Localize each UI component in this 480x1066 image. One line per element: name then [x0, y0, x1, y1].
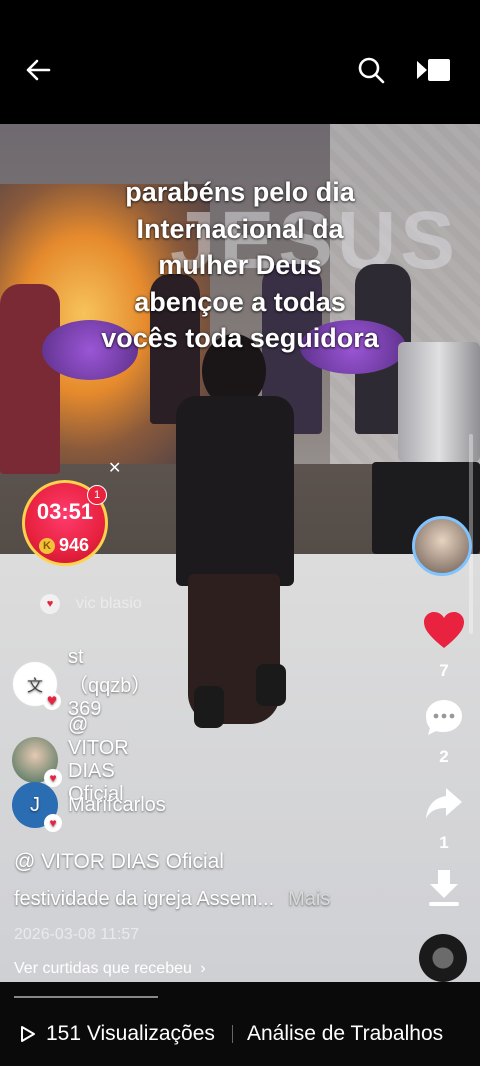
singer [168, 334, 300, 728]
progress-bar[interactable] [14, 996, 158, 998]
viewer-name: Marifcarlos [68, 793, 166, 816]
comment-count: 2 [439, 747, 449, 766]
music-disc-icon[interactable] [419, 934, 467, 982]
download-button[interactable] [420, 868, 468, 913]
video-caption-text: parabéns pelo dia Internacional da mulhe… [101, 177, 379, 353]
post-description[interactable]: festividade da igreja Assem... Mais [14, 888, 330, 911]
viewer-avatar: 文 ♥ [12, 660, 61, 710]
like-button[interactable]: 7 [420, 612, 468, 681]
coin-count: K 946 [39, 535, 89, 556]
search-icon[interactable] [353, 52, 389, 88]
top-bar [0, 0, 480, 124]
coin-icon: K [39, 537, 55, 554]
view-likes-link[interactable]: Ver curtidas que recebeu › [14, 960, 206, 978]
faded-viewer: ♥ vic blasio [40, 594, 142, 614]
viewer-row[interactable]: 文 ♥ st（qqzb）369 [12, 646, 151, 721]
drum [398, 342, 480, 462]
viewer-avatar: J ♥ [12, 782, 62, 832]
share-button[interactable]: 1 [420, 786, 468, 853]
live-timer-badge[interactable]: 03:51 K 946 1 [22, 480, 108, 566]
like-count: 7 [439, 661, 449, 680]
share-count: 1 [439, 833, 449, 852]
notification-badge: 1 [87, 485, 107, 505]
heart-icon: ♥ [49, 816, 57, 830]
heart-icon [424, 612, 464, 648]
viewer-name: st（qqzb）369 [68, 646, 152, 720]
viewer-row[interactable]: J ♥ Marifcarlos [12, 782, 166, 832]
comment-icon [426, 700, 462, 735]
faded-viewer-name: vic blasio [76, 595, 142, 612]
divider [232, 1025, 233, 1043]
download-icon [429, 870, 459, 906]
post-date: 2026-03-08 11:57 [14, 926, 140, 943]
comment-button[interactable]: 2 [420, 698, 468, 767]
back-arrow-icon[interactable] [20, 52, 56, 88]
views-button[interactable]: 151 Visualizações [20, 1022, 215, 1046]
more-link[interactable]: Mais [288, 888, 330, 910]
heart-icon: ♥ [46, 693, 58, 708]
cast-video-icon[interactable] [415, 52, 451, 88]
analysis-button[interactable]: Análise de Trabalhos [247, 1022, 443, 1046]
creator-avatar[interactable] [412, 516, 472, 576]
chevron-right-icon: › [200, 960, 206, 977]
viewer-avatar: ♥ [12, 737, 62, 787]
post-author[interactable]: @ VITOR DIAS Oficial [14, 850, 224, 874]
share-icon [426, 788, 462, 819]
play-icon [21, 1026, 35, 1042]
close-timer-icon[interactable]: ✕ [108, 458, 121, 478]
